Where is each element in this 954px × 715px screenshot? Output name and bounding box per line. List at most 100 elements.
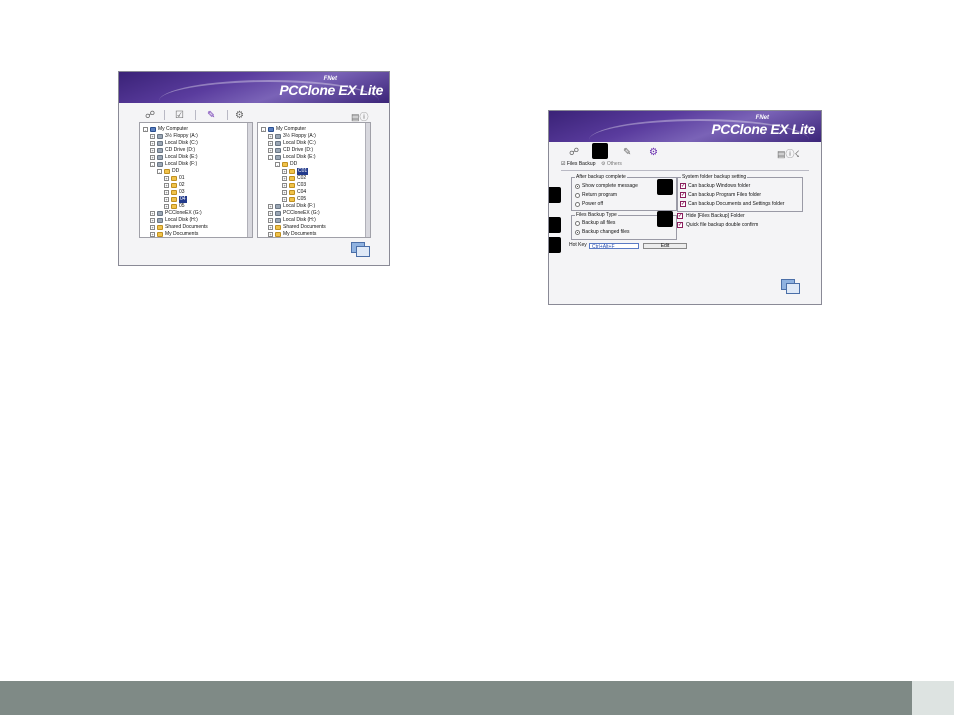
collapse-icon[interactable]: -	[275, 162, 280, 167]
expand-icon[interactable]: +	[282, 183, 287, 188]
checkbox-hide-folder[interactable]	[677, 213, 683, 219]
expand-icon[interactable]: +	[268, 141, 273, 146]
tree-item[interactable]: + C04	[282, 189, 306, 196]
restore-icon[interactable]: ☑	[175, 110, 184, 121]
tree-item[interactable]: + My Documents	[268, 231, 316, 237]
expand-icon[interactable]: +	[150, 225, 155, 230]
expand-icon[interactable]: +	[164, 176, 169, 181]
tree-item[interactable]: +03	[164, 189, 185, 196]
tree-item[interactable]: + Local Disk (C:)	[150, 140, 198, 147]
expand-icon[interactable]: +	[268, 211, 273, 216]
tree-item-label: C01	[297, 168, 309, 175]
expand-icon[interactable]: +	[150, 141, 155, 146]
expand-icon[interactable]: +	[150, 148, 155, 153]
expand-icon[interactable]: +	[282, 190, 287, 195]
expand-icon[interactable]: +	[268, 134, 273, 139]
expand-icon[interactable]: +	[282, 176, 287, 181]
checkbox-documents-settings[interactable]	[680, 201, 686, 207]
tree-item[interactable]: + Local Disk (H:)	[268, 217, 316, 224]
radio-backup-all[interactable]	[575, 221, 580, 226]
tree-item[interactable]: - DD	[157, 168, 179, 175]
checkbox-quick-backup[interactable]	[677, 222, 683, 228]
checkbox-program-files[interactable]	[680, 192, 686, 198]
radio-power-off[interactable]	[575, 202, 580, 207]
hotkey-edit-button[interactable]: Edit	[643, 243, 687, 249]
tree-item-label: 01	[179, 175, 185, 181]
windows-icon[interactable]	[781, 279, 800, 294]
radio-return-program[interactable]	[575, 193, 580, 198]
collapse-icon[interactable]: -	[143, 127, 148, 132]
collapse-icon[interactable]: -	[157, 169, 162, 174]
tree-item[interactable]: + CD Drive (D:)	[268, 147, 313, 154]
expand-icon[interactable]: +	[150, 232, 155, 237]
tree-item[interactable]: + C05	[282, 196, 306, 203]
tree-item[interactable]: +05	[164, 203, 185, 210]
tree-item[interactable]: + Local Disk (F:)	[268, 203, 315, 210]
tree-item[interactable]: + C02	[282, 175, 306, 182]
expand-icon[interactable]: +	[268, 225, 273, 230]
tree-item[interactable]: + Local Disk (E:)	[150, 154, 198, 161]
tree-item[interactable]: - My Computer	[261, 126, 306, 133]
tree-item[interactable]: + Shared Documents	[150, 224, 208, 231]
checkbox-windows-folder[interactable]	[680, 183, 686, 189]
tree-item-label: 04	[179, 196, 187, 203]
tree-item[interactable]: - My Computer	[143, 126, 188, 133]
expand-icon[interactable]: +	[282, 169, 287, 174]
radio-show-complete[interactable]	[575, 184, 580, 189]
tree-item[interactable]: +01	[164, 175, 185, 182]
system-folder-title: System folder backup setting	[681, 174, 748, 181]
right-tree-pane[interactable]: - My Computer +3½ Floppy (A:) + Local Disk (…	[257, 122, 371, 238]
tree-item[interactable]: +3½ Floppy (A:)	[268, 133, 316, 140]
expand-icon[interactable]: +	[150, 134, 155, 139]
expand-icon[interactable]: +	[164, 183, 169, 188]
settings-icon[interactable]: ⚙	[649, 147, 658, 158]
tree-item[interactable]: +02	[164, 182, 185, 189]
tree-item-label: My Computer	[276, 126, 307, 132]
tree-item-label: PCCloneEX (G:)	[283, 210, 320, 216]
hotkey-field[interactable]: Ctrl+Alt+F	[589, 243, 639, 250]
windows-icon[interactable]	[351, 242, 370, 257]
expand-icon[interactable]: +	[150, 211, 155, 216]
tree-item[interactable]: + Local Disk (C:)	[268, 140, 316, 147]
tree-item[interactable]: + Local Disk (H:)	[150, 217, 198, 224]
left-scrollbar[interactable]	[247, 123, 252, 237]
help-icon[interactable]: ▤ⓘ☇	[777, 147, 800, 160]
settings-icon[interactable]: ⚙	[235, 110, 244, 121]
tree-item[interactable]: +04	[164, 196, 187, 203]
expand-icon[interactable]: +	[282, 197, 287, 202]
tab-others[interactable]: ⚙ Others	[601, 161, 622, 168]
collapse-icon[interactable]: -	[261, 127, 266, 132]
expand-icon[interactable]: +	[268, 148, 273, 153]
expand-icon[interactable]: +	[268, 218, 273, 223]
backup-icon[interactable]: ☍	[569, 147, 579, 158]
tree-item[interactable]: + PCCloneEX (G:)	[268, 210, 320, 217]
backup-icon[interactable]: ☍	[145, 110, 155, 121]
tree-item[interactable]: + Shared Documents	[268, 224, 326, 231]
tree-item[interactable]: - Local Disk (E:)	[268, 154, 316, 161]
expand-icon[interactable]: +	[164, 204, 169, 209]
sync-icon[interactable]: ✎	[623, 147, 631, 158]
folder-icon	[157, 232, 163, 237]
tree-item[interactable]: - DD	[275, 161, 297, 168]
tree-item[interactable]: + C03	[282, 182, 306, 189]
expand-icon[interactable]: +	[150, 155, 155, 160]
tree-item[interactable]: + PCCloneEX (G:)	[150, 210, 202, 217]
expand-icon[interactable]: +	[164, 197, 169, 202]
tab-files-backup[interactable]: ☑ Files Backup	[561, 161, 596, 168]
tree-item[interactable]: + CD Drive (D:)	[150, 147, 195, 154]
tree-item-label: PCCloneEX (G:)	[165, 210, 202, 216]
sync-icon[interactable]: ✎	[207, 110, 215, 121]
right-scrollbar[interactable]	[365, 123, 370, 237]
tree-item[interactable]: - Local Disk (F:)	[150, 161, 197, 168]
radio-backup-changed[interactable]	[575, 230, 580, 235]
tree-item[interactable]: + My Documents	[150, 231, 198, 237]
left-tree-pane[interactable]: - My Computer +3½ Floppy (A:) + Local Disk (…	[139, 122, 253, 238]
collapse-icon[interactable]: -	[150, 162, 155, 167]
tree-item[interactable]: +3½ Floppy (A:)	[150, 133, 198, 140]
tree-item[interactable]: + C01	[282, 168, 309, 175]
expand-icon[interactable]: +	[268, 232, 273, 237]
collapse-icon[interactable]: -	[268, 155, 273, 160]
expand-icon[interactable]: +	[164, 190, 169, 195]
expand-icon[interactable]: +	[150, 218, 155, 223]
expand-icon[interactable]: +	[268, 204, 273, 209]
